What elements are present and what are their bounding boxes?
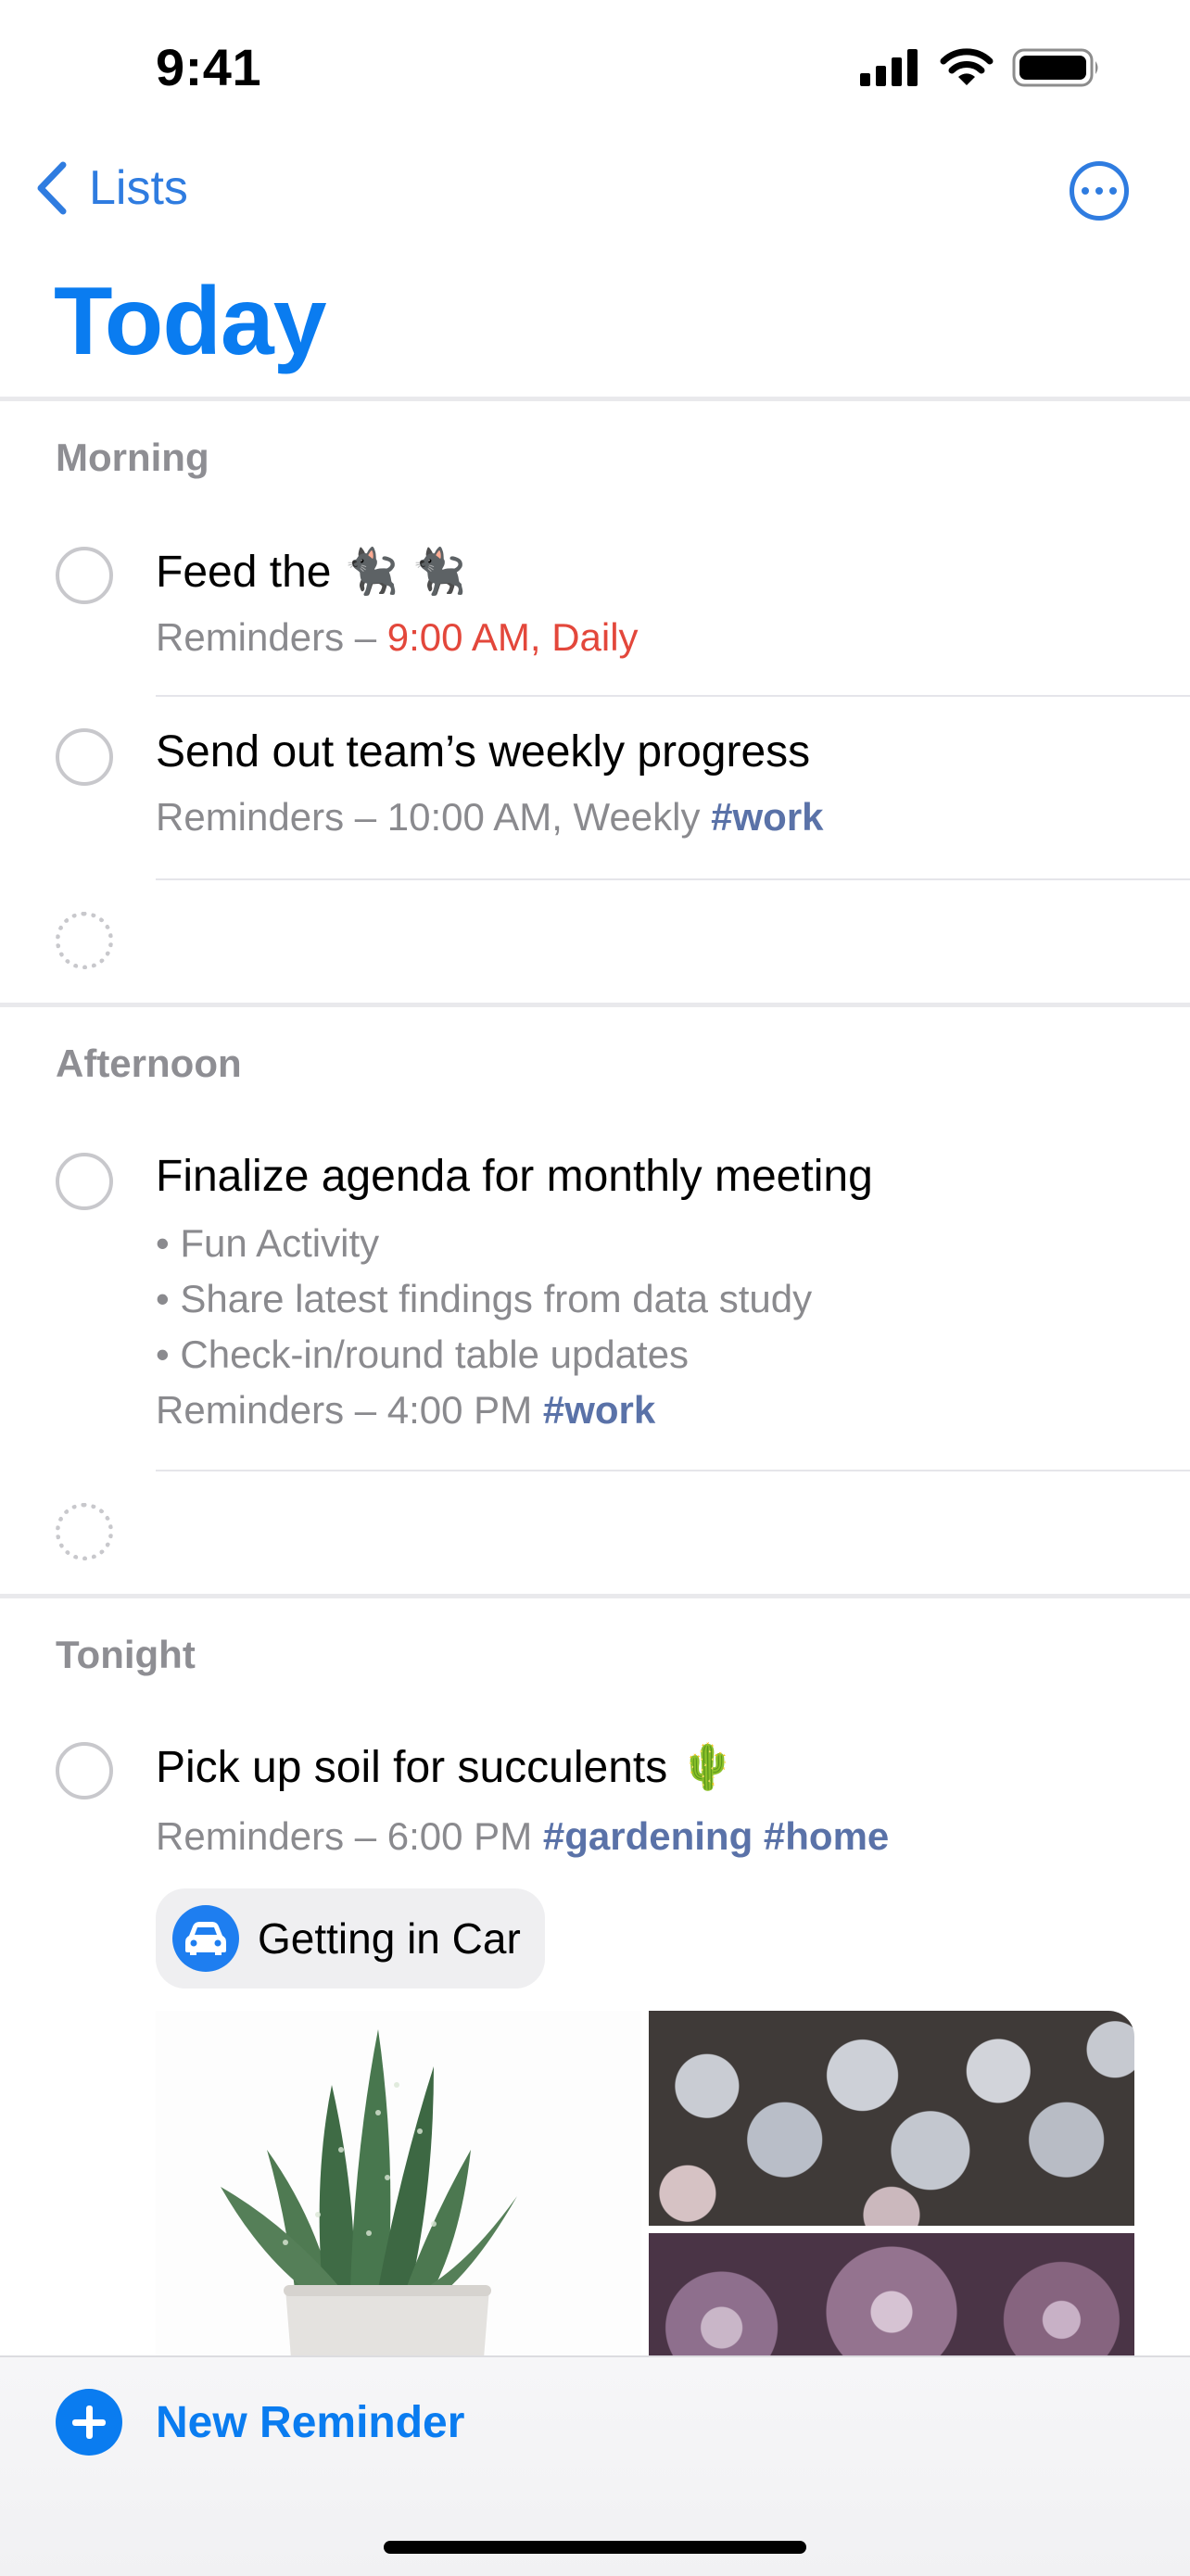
ellipsis-dot [1109,187,1117,195]
tag-gardening[interactable]: #gardening [543,1814,753,1858]
new-reminder-label: New Reminder [156,2397,465,2447]
complete-toggle[interactable] [56,547,113,604]
row-divider [156,1470,1190,1471]
chevron-left-icon [37,161,67,215]
reminder-meta: Reminders – 9:00 AM, Daily [156,615,639,660]
reminder-meta: Reminders – 4:00 PM #work [156,1388,655,1433]
reminder-note: • Share latest findings from data study [156,1277,813,1320]
new-item-placeholder[interactable] [56,912,113,969]
reminder-note: • Fun Activity [156,1221,380,1265]
tag-home[interactable]: #home [764,1814,889,1858]
status-time: 9:41 [156,38,262,96]
reminder-list: Reminders – 6:00 PM [156,1814,543,1858]
wifi-icon [940,48,994,85]
reminder-title[interactable]: Pick up soil for succulents 🌵 [156,1740,735,1793]
signal-icon [860,49,918,86]
reminder-title[interactable]: Send out team’s weekly progress [156,726,810,777]
section-divider [0,397,1190,401]
lithops-photo[interactable] [649,2011,1134,2226]
tag-work[interactable]: #work [543,1388,655,1432]
reminder-list: Reminders – [156,615,387,659]
complete-toggle[interactable] [56,728,113,786]
battery-icon [1012,48,1098,87]
ellipsis-circle-icon [1082,187,1089,195]
section-header-afternoon: Afternoon [56,1042,242,1085]
status-icons [860,48,1101,87]
complete-toggle[interactable] [56,1153,113,1210]
location-chip[interactable]: Getting in Car [156,1888,545,1989]
section-divider [0,1003,1190,1007]
reminder-note: • Check-in/round table updates [156,1332,690,1376]
reminder-list: Reminders – 10:00 AM, Weekly [156,795,712,839]
ellipsis-dot [1095,187,1103,195]
complete-toggle[interactable] [56,1742,113,1799]
reminder-meta: Reminders – 6:00 PM #gardening #home [156,1814,889,1859]
reminder-due: 9:00 AM, Daily [386,615,639,659]
home-indicator[interactable] [384,2541,806,2554]
back-button[interactable]: Lists [33,159,188,217]
row-divider [156,695,1190,697]
location-label: Getting in Car [258,1914,521,1963]
tag-work[interactable]: #work [711,795,823,839]
plus-circle-icon [56,2389,122,2456]
more-button[interactable] [1070,161,1129,221]
car-icon [172,1905,239,1972]
aloe-plant-photo[interactable] [156,2011,641,2381]
reminder-title[interactable]: Feed the 🐈‍⬛ 🐈‍⬛ [156,545,467,598]
back-label: Lists [89,161,188,215]
new-reminder-button[interactable]: New Reminder [56,2389,464,2456]
reminder-title[interactable]: Finalize agenda for monthly meeting [156,1151,873,1202]
section-divider [0,1594,1190,1598]
row-divider [156,878,1190,880]
section-header-tonight: Tonight [56,1633,196,1676]
page-title: Today [54,268,327,375]
section-header-morning: Morning [56,436,209,479]
reminder-list: Reminders – 4:00 PM [156,1388,543,1432]
new-item-placeholder[interactable] [56,1503,113,1560]
reminder-meta: Reminders – 10:00 AM, Weekly #work [156,795,824,840]
